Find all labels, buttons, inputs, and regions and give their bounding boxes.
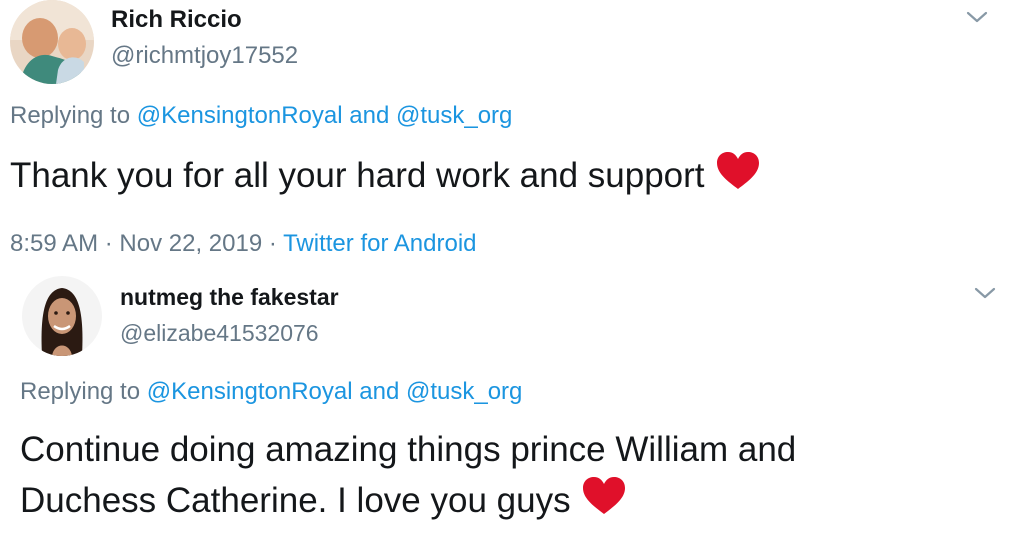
mention-tusk-org[interactable]: @tusk_org (396, 102, 512, 129)
tweet-text: Continue doing amazing things prince Wil… (20, 424, 980, 530)
user-handle[interactable]: @elizabe41532076 (120, 320, 319, 347)
avatar[interactable] (10, 0, 94, 84)
replying-prefix: Replying to (20, 378, 141, 405)
mention-kensingtonroyal[interactable]: @KensingtonRoyal (137, 102, 343, 129)
avatar[interactable] (22, 276, 102, 356)
replying-to: Replying to @KensingtonRoyal and @tusk_o… (20, 378, 522, 406)
replying-to: Replying to @KensingtonRoyal and @tusk_o… (10, 102, 512, 130)
meta-separator: · (104, 230, 113, 257)
tweet-meta: 8:59 AM · Nov 22, 2019 · Twitter for And… (10, 230, 477, 258)
tweet-source-link[interactable]: Twitter for Android (283, 230, 476, 257)
mention-kensingtonroyal[interactable]: @KensingtonRoyal (147, 378, 353, 405)
tweet-text-content: Thank you for all your hard work and sup… (10, 156, 705, 195)
mention-tusk-org[interactable]: @tusk_org (406, 378, 522, 405)
heart-emoji-icon (581, 476, 627, 530)
tweet-text: Thank you for all your hard work and sup… (10, 150, 761, 205)
chevron-down-icon[interactable] (964, 8, 990, 26)
display-name[interactable]: nutmeg the fakestar (120, 284, 339, 311)
tweet-1: Rich Riccio @richmtjoy17552 Replying to … (0, 0, 1024, 268)
user-handle[interactable]: @richmtjoy17552 (111, 42, 298, 70)
tweet-date[interactable]: Nov 22, 2019 (119, 230, 262, 257)
meta-separator: · (268, 230, 277, 257)
and-word: and (359, 378, 400, 405)
tweet-text-line-1: Continue doing amazing things prince Wil… (20, 430, 797, 469)
tweet-text-line-2: Duchess Catherine. I love you guys (20, 481, 571, 520)
tweet-2: nutmeg the fakestar @elizabe41532076 Rep… (0, 268, 1024, 546)
display-name[interactable]: Rich Riccio (111, 6, 242, 34)
chevron-down-icon[interactable] (972, 284, 998, 302)
and-word: and (349, 102, 390, 129)
tweet-text-line-2-wrap: Duchess Catherine. I love you guys (20, 475, 980, 530)
tweet-time[interactable]: 8:59 AM (10, 230, 98, 257)
heart-emoji-icon (715, 151, 761, 205)
replying-prefix: Replying to (10, 102, 131, 129)
